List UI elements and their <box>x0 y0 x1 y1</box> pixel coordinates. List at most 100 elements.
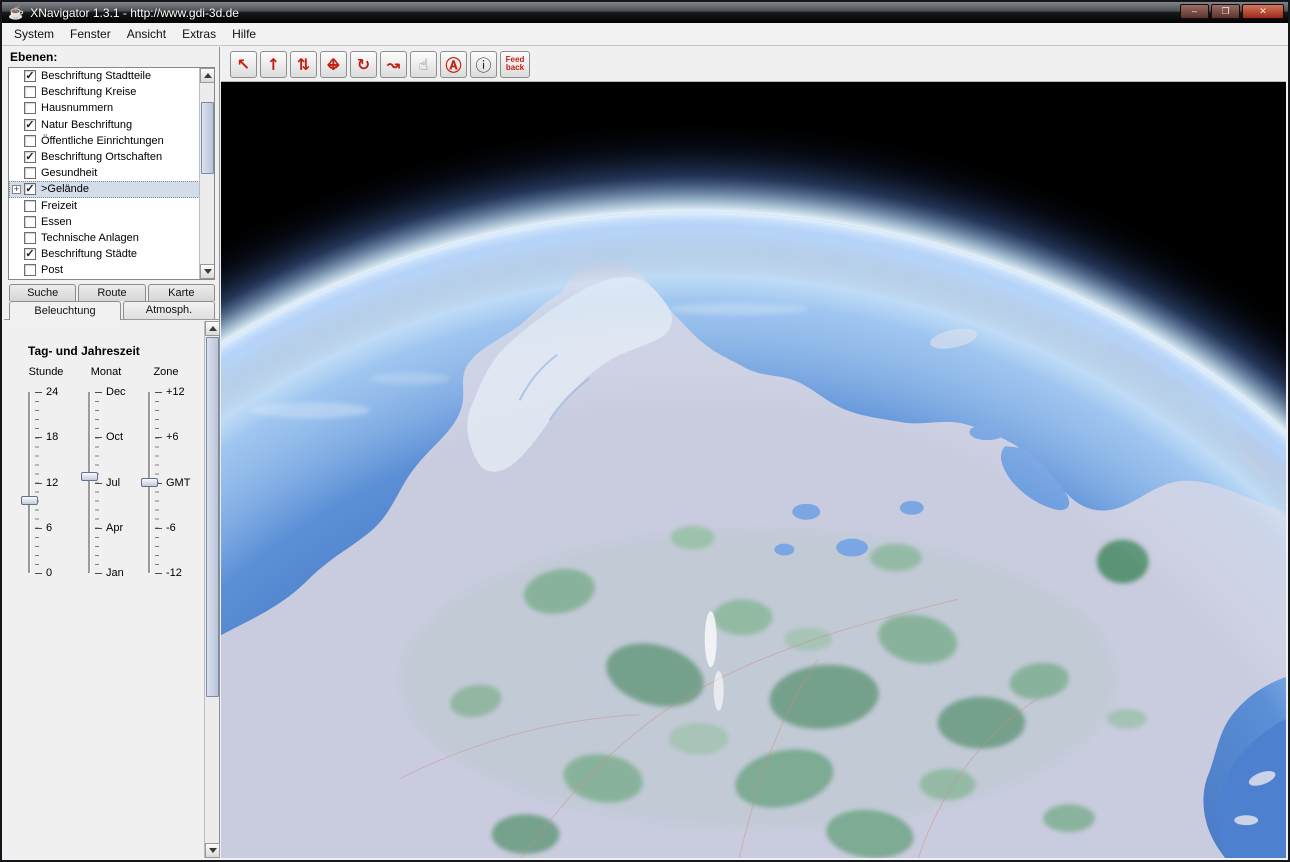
scroll-down-icon[interactable] <box>200 264 215 279</box>
view-back-icon[interactable]: ↖ <box>230 51 257 78</box>
layer-checkbox[interactable] <box>24 135 36 147</box>
slider-major-tick <box>95 528 102 529</box>
layer-checkbox[interactable]: ✓ <box>24 248 36 260</box>
layers-list[interactable]: ✓ Beschriftung Stadtteile Beschriftung Kre… <box>8 67 215 280</box>
layer-label: Post <box>41 264 63 276</box>
slider-tick-label: -6 <box>166 522 176 534</box>
layer-row[interactable]: Gesundheit <box>9 165 214 181</box>
layer-label: >Gelände <box>41 183 89 195</box>
scroll-down-icon[interactable] <box>205 843 220 858</box>
layer-label: Freizeit <box>41 200 77 212</box>
layer-row[interactable]: Hausnummern <box>9 100 214 116</box>
view-split-arrows-icon[interactable]: ⇅ <box>290 51 317 78</box>
scroll-thumb[interactable] <box>206 337 219 697</box>
layer-checkbox[interactable] <box>24 232 36 244</box>
layer-checkbox[interactable] <box>24 102 36 114</box>
slider-major-tick <box>35 573 42 574</box>
window-title: XNavigator 1.3.1 - http://www.gdi-3d.de <box>30 6 239 20</box>
layer-row[interactable]: Post <box>9 262 214 278</box>
lighting-sliders: Stunde24181260MonatDecOctJulAprJanZone+1… <box>4 366 203 858</box>
menu-item-hilfe[interactable]: Hilfe <box>224 25 264 43</box>
layer-label: Beschriftung Ortschaften <box>41 151 162 163</box>
layer-row[interactable]: ✓ Natur Beschriftung <box>9 117 214 133</box>
globe-3d-view[interactable] <box>221 82 1286 858</box>
slider-tick-label: 12 <box>46 477 58 489</box>
layer-checkbox[interactable] <box>24 167 36 179</box>
slider-track[interactable] <box>88 392 90 573</box>
layer-checkbox[interactable] <box>24 264 36 276</box>
minimize-button[interactable]: – <box>1180 4 1209 19</box>
title-bar[interactable]: ☕ XNavigator 1.3.1 - http://www.gdi-3d.d… <box>2 2 1288 23</box>
slider-stunde: Stunde24181260 <box>16 366 76 606</box>
slider-major-tick <box>95 392 102 393</box>
slider-zone: Zone+12+6GMT-6-12 <box>136 366 196 606</box>
pan-move-icon[interactable]: ↔↕ <box>320 51 347 78</box>
layer-label: Beschriftung Städte <box>41 248 137 260</box>
slider-tick-label: Apr <box>106 522 123 534</box>
layer-checkbox[interactable]: ✓ <box>24 70 36 82</box>
scroll-up-icon[interactable] <box>200 68 215 83</box>
layer-checkbox[interactable] <box>24 200 36 212</box>
layer-row[interactable]: ✓ Beschriftung Städte <box>9 246 214 262</box>
info-icon[interactable]: ⓘ <box>470 51 497 78</box>
layer-row[interactable]: Essen <box>9 214 214 230</box>
layers-scrollbar[interactable] <box>199 68 214 279</box>
swing-view-icon[interactable]: ↝ <box>380 51 407 78</box>
tab-karte[interactable]: Karte <box>148 284 215 301</box>
slider-name: Stunde <box>16 366 76 378</box>
slider-major-tick <box>95 437 102 438</box>
expander-icon[interactable]: + <box>12 185 21 194</box>
layer-checkbox[interactable]: ✓ <box>24 183 36 195</box>
menu-item-ansicht[interactable]: Ansicht <box>119 25 174 43</box>
feedback-button[interactable]: Feedback <box>500 51 530 78</box>
layer-checkbox[interactable]: ✓ <box>24 151 36 163</box>
slider-track[interactable] <box>28 392 30 573</box>
lighting-panel: Tag- und Jahreszeit Stunde24181260MonatD… <box>4 319 219 858</box>
layers-title: Ebenen: <box>10 50 57 64</box>
layer-label: Essen <box>41 216 72 228</box>
layer-row[interactable]: Beschriftung Kreise <box>9 84 214 100</box>
close-button[interactable]: ✕ <box>1242 4 1284 19</box>
layer-row[interactable]: ✓ Beschriftung Ortschaften <box>9 149 214 165</box>
slider-name: Monat <box>76 366 136 378</box>
tab-beleuchtung[interactable]: Beleuchtung <box>9 301 121 320</box>
layer-label: Beschriftung Stadtteile <box>41 70 151 82</box>
slider-thumb[interactable] <box>21 496 38 505</box>
panel-scrollbar[interactable] <box>204 321 219 858</box>
layer-row[interactable]: ✓ Beschriftung Stadtteile <box>9 68 214 84</box>
tab-route[interactable]: Route <box>78 284 145 301</box>
layer-row[interactable]: Öffentliche Einrichtungen <box>9 133 214 149</box>
layer-checkbox[interactable]: ✓ <box>24 119 36 131</box>
layer-checkbox[interactable] <box>24 216 36 228</box>
menu-item-extras[interactable]: Extras <box>174 25 224 43</box>
layer-row[interactable]: Freizeit <box>9 198 214 214</box>
java-app-icon: ☕ <box>8 2 24 23</box>
layer-row[interactable]: Technische Anlagen <box>9 230 214 246</box>
tab-atmosph[interactable]: Atmosph. <box>123 301 215 320</box>
menu-item-system[interactable]: System <box>6 25 62 43</box>
view-north-icon[interactable]: ↑ <box>260 51 287 78</box>
slider-major-tick <box>35 437 42 438</box>
scroll-thumb[interactable] <box>201 102 214 174</box>
layer-row[interactable]: +✓ >Gelände <box>9 181 214 197</box>
slider-tick-label: +6 <box>166 431 179 443</box>
tab-suche[interactable]: Suche <box>9 284 76 301</box>
layer-label: Gesundheit <box>41 167 97 179</box>
slider-major-tick <box>95 573 102 574</box>
scroll-up-icon[interactable] <box>205 321 220 336</box>
menu-item-fenster[interactable]: Fenster <box>62 25 119 43</box>
slider-major-tick <box>155 392 162 393</box>
rotate-view-icon[interactable]: ↻ <box>350 51 377 78</box>
pan-hand-icon[interactable]: ☝ <box>410 51 437 78</box>
map-container <box>221 82 1286 858</box>
app-window: ☕ XNavigator 1.3.1 - http://www.gdi-3d.d… <box>0 0 1290 862</box>
slider-tick-label: Jul <box>106 477 120 489</box>
layer-label: Natur Beschriftung <box>41 119 132 131</box>
slider-tick-label: +12 <box>166 386 185 398</box>
slider-thumb[interactable] <box>81 472 98 481</box>
slider-thumb[interactable] <box>141 478 158 487</box>
slider-tick-label: 0 <box>46 567 52 579</box>
layer-checkbox[interactable] <box>24 86 36 98</box>
maximize-button[interactable]: ❒ <box>1211 4 1240 19</box>
labels-toggle-icon[interactable]: Ⓐ <box>440 51 467 78</box>
